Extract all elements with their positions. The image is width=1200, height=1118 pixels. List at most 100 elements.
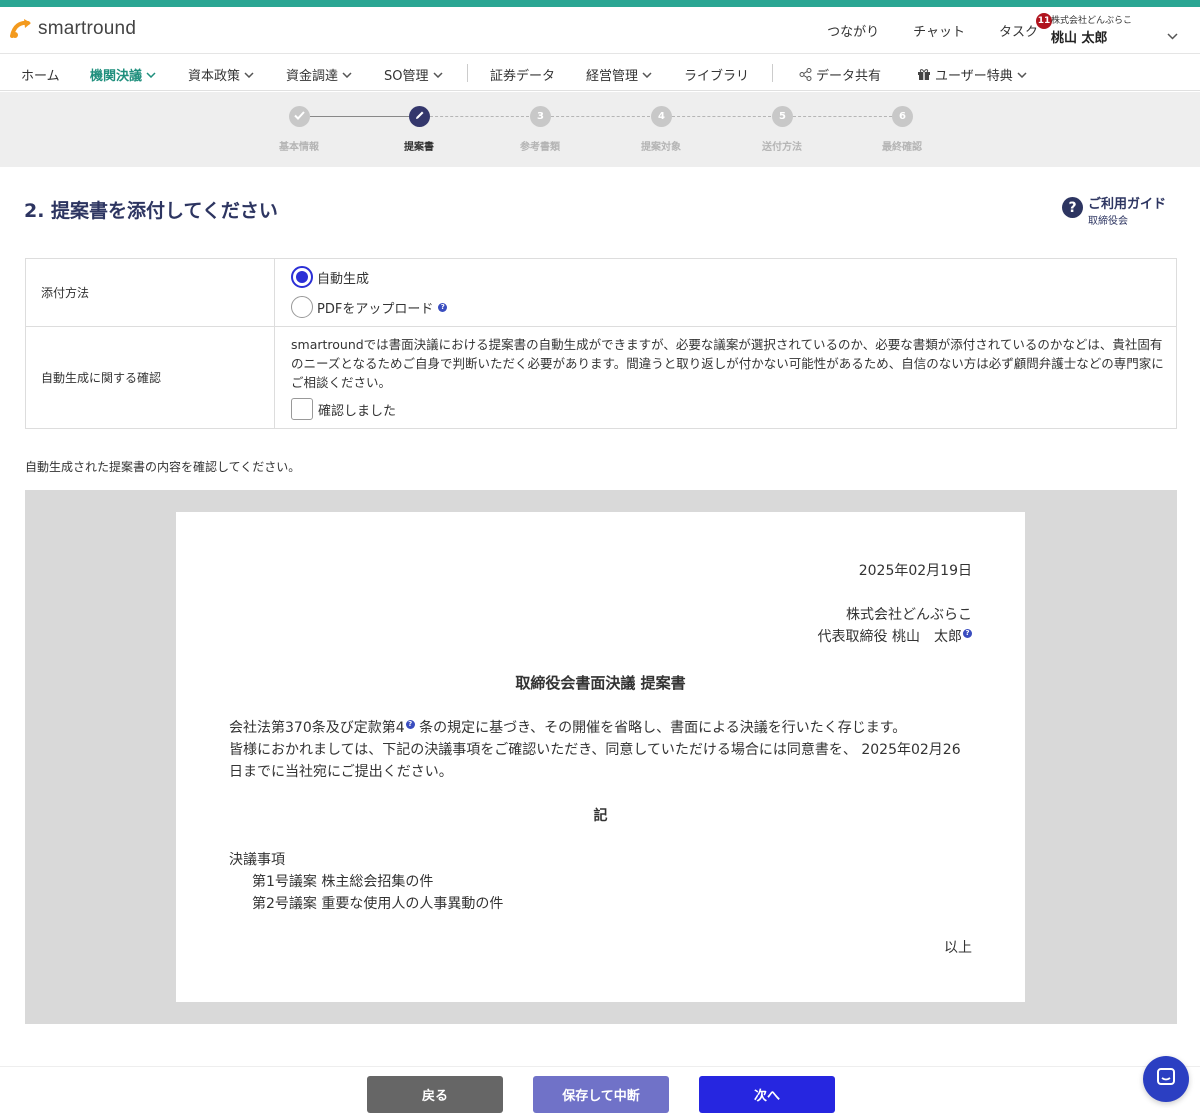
user-guide-link[interactable]: ? ご利用ガイド 取締役会 (1062, 193, 1166, 227)
doc-item: 第2号議案 重要な使用人の人事異動の件 (252, 896, 504, 912)
step-connector (551, 116, 650, 117)
radio-button-checked[interactable] (291, 266, 313, 288)
link-chat[interactable]: チャット (913, 21, 965, 40)
nav-item-library[interactable]: ライブラリ (684, 65, 749, 84)
nav-item-resolutions[interactable]: 機関決議 (90, 65, 156, 84)
footer-actions: 戻る 保存して中断 次へ (0, 1066, 1200, 1118)
guide-subtitle: 取締役会 (1088, 216, 1128, 227)
nav-item-label: SO管理 (384, 69, 429, 84)
attach-method-row: 添付方法 自動生成 PDFをアップロード ? (26, 259, 1176, 327)
back-button[interactable]: 戻る (367, 1076, 503, 1113)
auto-confirm-notice: smartroundでは書面決議における提案書の自動生成ができますが、必要な議案… (291, 337, 1164, 390)
nav-item-user-benefits[interactable]: ユーザー特典 (917, 65, 1027, 84)
nav-item-label: 証券データ (490, 69, 556, 84)
chevron-down-icon (342, 71, 352, 78)
check-icon (294, 110, 305, 123)
nav-item-data-sharing[interactable]: データ共有 (799, 65, 881, 84)
radio-button[interactable] (291, 296, 313, 318)
step-2-label: 提案書 (404, 142, 434, 153)
doc-company: 株式会社どんぶらこ (846, 607, 972, 623)
top-accent-bar (0, 0, 1200, 7)
chevron-down-icon[interactable] (1167, 25, 1178, 40)
help-icon[interactable]: ? (963, 628, 972, 638)
guide-title: ご利用ガイド (1088, 197, 1167, 212)
preview-caption: 自動生成された提案書の内容を確認してください。 (25, 460, 301, 474)
task-count-badge: 11 (1036, 13, 1052, 29)
nav-item-business-management[interactable]: 経営管理 (586, 65, 652, 84)
step-6-circle: 6 (892, 106, 913, 127)
auto-confirm-label: 自動生成に関する確認 (26, 327, 275, 428)
nav-item-label: ホーム (21, 69, 60, 84)
nav-item-label: 資本政策 (188, 69, 241, 84)
step-4-circle: 4 (651, 106, 672, 127)
user-company: 株式会社どんぶらこ (1051, 16, 1133, 26)
help-icon[interactable]: ? (405, 719, 415, 729)
chevron-down-icon (642, 71, 652, 78)
step-1-circle (289, 106, 310, 127)
attachment-form: 添付方法 自動生成 PDFをアップロード ? 自動生成に関する確認 smartr… (25, 258, 1177, 429)
doc-date: 2025年02月19日 (858, 563, 972, 579)
share-icon (799, 68, 812, 81)
radio-auto-label: 自動生成 (317, 271, 370, 287)
doc-representative-text: 代表取締役 桃山 太郎 (817, 629, 962, 645)
attach-method-label: 添付方法 (26, 259, 275, 326)
confirm-checkbox-label: 確認しました (318, 403, 397, 419)
doc-title: 取締役会書面決議 提案書 (515, 674, 686, 692)
chat-support-button[interactable] (1143, 1056, 1189, 1102)
doc-end: 以上 (944, 940, 972, 956)
progress-stepper: 3 4 5 6 基本情報 提案書 参考書類 提案対象 送付方法 最終確認 (0, 92, 1200, 167)
nav-divider (772, 64, 773, 82)
doc-items-heading: 決議事項 (229, 852, 285, 868)
step-5-label: 送付方法 (762, 142, 802, 153)
logo[interactable]: smartround (10, 18, 136, 40)
nav-item-label: 経営管理 (586, 69, 639, 84)
doc-body-line-2: 皆様におかれましては、下記の決議事項をご確認いただき、同意していただける場合には… (229, 742, 961, 780)
save-and-pause-button[interactable]: 保存して中断 (533, 1076, 669, 1113)
user-menu[interactable]: 株式会社どんぶらこ 桃山 太郎 (1051, 13, 1132, 46)
radio-pdf-upload[interactable]: PDFをアップロード ? (291, 296, 448, 318)
link-connections[interactable]: つながり (827, 21, 879, 40)
nav-item-fundraising[interactable]: 資金調達 (286, 65, 352, 84)
step-6-label: 最終確認 (882, 142, 922, 153)
step-4-label: 提案対象 (641, 142, 681, 153)
step-connector (793, 116, 892, 117)
nav-item-label: データ共有 (816, 69, 882, 84)
chevron-down-icon (1017, 71, 1027, 78)
radio-pdf-label: PDFをアップロード (317, 301, 434, 317)
page-title: 2. 提案書を添付してください (24, 200, 278, 222)
chevron-down-icon (146, 71, 156, 78)
step-5-circle: 5 (772, 106, 793, 127)
doc-body: 会社法第370条及び定款第4? 条の規定に基づき、その開催を省略し、書面による決… (229, 717, 972, 783)
confirm-checkbox[interactable] (291, 398, 313, 420)
confirm-checkbox-row[interactable]: 確認しました (291, 398, 396, 420)
document-preview-area: 2025年02月19日 株式会社どんぶらこ 代表取締役 桃山 太郎? 取締役会書… (25, 490, 1177, 1024)
step-connector (672, 116, 771, 117)
link-tasks[interactable]: タスク 11 (999, 13, 1052, 40)
step-3-circle: 3 (530, 106, 551, 127)
nav-item-securities-data[interactable]: 証券データ (490, 65, 555, 84)
doc-body-line-1a: 会社法第370条及び定款第4 (229, 720, 405, 736)
nav-item-label: 資金調達 (286, 69, 339, 84)
radio-auto-generate[interactable]: 自動生成 (291, 266, 369, 288)
nav-item-so-management[interactable]: SO管理 (384, 65, 443, 84)
chevron-down-icon (244, 71, 254, 78)
user-name: 桃山 太郎 (1051, 31, 1108, 46)
auto-confirm-row: 自動生成に関する確認 smartroundでは書面決議における提案書の自動生成が… (26, 327, 1176, 428)
nav-item-label: ライブラリ (684, 69, 750, 84)
top-links: つながり チャット タスク 11 (827, 13, 1052, 40)
help-icon[interactable]: ? (438, 302, 448, 312)
logo-text: smartround (38, 18, 137, 39)
step-connector (310, 116, 409, 117)
pencil-icon (414, 110, 425, 124)
next-button[interactable]: 次へ (699, 1076, 835, 1113)
nav-item-home[interactable]: ホーム (21, 65, 60, 84)
doc-ki: 記 (593, 808, 608, 824)
nav-item-label: 機関決議 (90, 69, 143, 84)
nav-item-capital-policy[interactable]: 資本政策 (188, 65, 254, 84)
doc-body-line-1b: 条の規定に基づき、その開催を省略し、書面による決議を行いたく存じます。 (419, 720, 907, 736)
nav-item-label: ユーザー特典 (935, 69, 1013, 84)
proposal-document: 2025年02月19日 株式会社どんぶらこ 代表取締役 桃山 太郎? 取締役会書… (176, 512, 1025, 1002)
step-2-circle (409, 106, 430, 127)
step-3-label: 参考書類 (520, 142, 560, 153)
step-1-label: 基本情報 (279, 142, 319, 153)
